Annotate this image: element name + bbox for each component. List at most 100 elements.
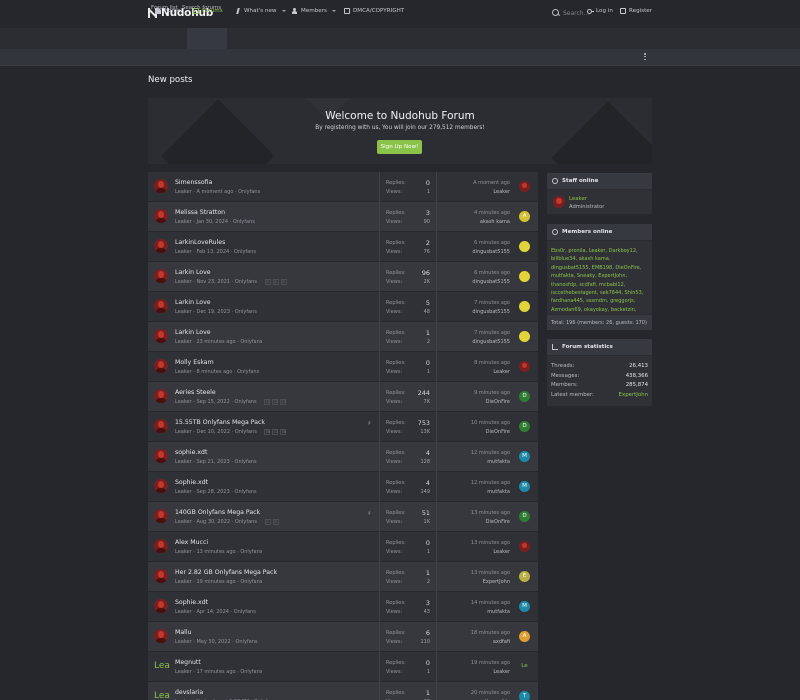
- thread-title[interactable]: Megnutt: [175, 659, 201, 666]
- thread-row[interactable]: sophie.xdt Leaker · Sep 21, 2023 · Onlyf…: [148, 442, 538, 472]
- avatar[interactable]: [154, 449, 168, 463]
- thread-author[interactable]: Leaker: [175, 579, 192, 585]
- last-post-time[interactable]: 9 minutes ago: [440, 390, 510, 396]
- page-link[interactable]: 3: [272, 519, 279, 525]
- search-input[interactable]: Search...: [563, 10, 589, 17]
- last-post-user[interactable]: Leaker: [440, 549, 510, 555]
- thread-title[interactable]: Sophie.xdt: [175, 599, 208, 606]
- avatar[interactable]: [154, 599, 168, 613]
- last-post-user[interactable]: dingusbat5155: [440, 309, 510, 315]
- last-post-time[interactable]: 7 minutes ago: [440, 300, 510, 306]
- thread-date[interactable]: 8 minutes ago: [196, 369, 232, 375]
- last-post-time[interactable]: 13 minutes ago: [440, 570, 510, 576]
- thread-date[interactable]: 17 minutes ago: [196, 669, 235, 675]
- thread-row[interactable]: Sophie.xdt Leaker · Sep 28, 2023 · Onlyf…: [148, 472, 538, 502]
- thread-row[interactable]: Lea Megnutt Leaker · 17 minutes ago · On…: [148, 652, 538, 682]
- thread-date[interactable]: Sep 15, 2022: [196, 399, 229, 405]
- page-link[interactable]: 13: [280, 399, 287, 405]
- subnav-search-forums[interactable]: Search forums: [182, 0, 221, 17]
- thread-title[interactable]: Molly Eskam: [175, 359, 214, 366]
- chevron-down-icon[interactable]: [281, 9, 286, 12]
- last-post-user[interactable]: DieOnFire: [440, 399, 510, 405]
- thread-author[interactable]: Leaker: [175, 399, 192, 405]
- thread-author[interactable]: Leaker: [175, 549, 192, 555]
- last-poster-avatar[interactable]: D: [519, 421, 530, 432]
- last-poster-avatar[interactable]: [519, 541, 530, 552]
- page-link[interactable]: 12: [272, 399, 279, 405]
- avatar[interactable]: [154, 269, 168, 283]
- thread-forum[interactable]: Onlyfans: [240, 549, 262, 555]
- thread-title[interactable]: Alex Mucci: [175, 539, 208, 546]
- last-poster-avatar[interactable]: [519, 241, 530, 252]
- last-poster-avatar[interactable]: Le: [519, 661, 530, 672]
- thread-forum[interactable]: Onlyfans: [235, 639, 257, 645]
- thread-title[interactable]: devslaria: [175, 689, 203, 696]
- page-link[interactable]: 5: [280, 279, 287, 285]
- last-post-user[interactable]: dingusbat5155: [440, 279, 510, 285]
- avatar[interactable]: [154, 629, 168, 643]
- last-post-user[interactable]: dingusbat5155: [440, 249, 510, 255]
- avatar[interactable]: [154, 239, 168, 253]
- thread-forum[interactable]: Onlyfans: [235, 309, 257, 315]
- subnav-forum-list[interactable]: Forum list: [151, 0, 178, 17]
- avatar[interactable]: [154, 539, 168, 553]
- thread-forum[interactable]: Onlyfans: [237, 369, 259, 375]
- thread-date[interactable]: Dec 19, 2023: [196, 309, 230, 315]
- thread-forum[interactable]: Onlyfans: [235, 489, 257, 495]
- last-post-user[interactable]: axdfafi: [440, 639, 510, 645]
- thread-row[interactable]: Aeries Steele Leaker · Sep 15, 2022 · On…: [148, 382, 538, 412]
- last-post-user[interactable]: dingusbat5155: [440, 339, 510, 345]
- thread-date[interactable]: Apr 14, 2024: [196, 609, 229, 615]
- page-link[interactable]: 36: [264, 429, 271, 435]
- thread-forum[interactable]: Onlyfans: [235, 519, 257, 525]
- avatar[interactable]: Lea: [154, 689, 170, 700]
- thread-title[interactable]: 15.55TB Onlyfans Mega Pack: [175, 419, 265, 426]
- thread-row[interactable]: Larkin Love Leaker · Dec 19, 2023 · Only…: [148, 292, 538, 322]
- nav-dmca[interactable]: DMCA/COPYRIGHT: [344, 0, 404, 21]
- avatar[interactable]: [154, 569, 168, 583]
- avatar[interactable]: Lea: [154, 659, 170, 673]
- last-poster-avatar[interactable]: M: [519, 451, 530, 462]
- thread-title[interactable]: LarkinLoveRules: [175, 239, 225, 246]
- last-post-time[interactable]: 14 minutes ago: [440, 600, 510, 606]
- last-poster-avatar[interactable]: [519, 331, 530, 342]
- last-post-time[interactable]: 20 minutes ago: [440, 690, 510, 696]
- thread-forum[interactable]: Onlyfans: [235, 459, 257, 465]
- last-post-user[interactable]: DieOnFire: [440, 429, 510, 435]
- thread-forum[interactable]: Onlyfans: [235, 429, 257, 435]
- thread-author[interactable]: Leaker: [175, 609, 192, 615]
- thread-row[interactable]: Larkin Love Leaker · 23 minutes ago · On…: [148, 322, 538, 352]
- avatar[interactable]: [154, 389, 168, 403]
- thread-row[interactable]: Melissa Stratton Leaker · Jan 30, 2024 ·…: [148, 202, 538, 232]
- last-post-time[interactable]: 4 minutes ago: [440, 210, 510, 216]
- thread-date[interactable]: Sep 28, 2023: [196, 489, 229, 495]
- login-link[interactable]: Log in: [587, 0, 613, 21]
- stat-value[interactable]: ExpertJohn: [619, 392, 648, 398]
- last-post-time[interactable]: 6 minutes ago: [440, 270, 510, 276]
- nav-members[interactable]: Members: [292, 0, 336, 21]
- last-poster-avatar[interactable]: T: [519, 691, 530, 700]
- thread-forum[interactable]: Onlyfans: [240, 669, 262, 675]
- last-poster-avatar[interactable]: [519, 181, 530, 192]
- thread-forum[interactable]: Onlyfans: [240, 579, 262, 585]
- thread-author[interactable]: Leaker: [175, 249, 192, 255]
- last-post-time[interactable]: 12 minutes ago: [440, 450, 510, 456]
- last-poster-avatar[interactable]: M: [519, 601, 530, 612]
- thread-row[interactable]: Sophie.xdt Leaker · Apr 14, 2024 · Onlyf…: [148, 592, 538, 622]
- thread-author[interactable]: Leaker: [175, 279, 192, 285]
- thread-title[interactable]: sophie.xdt: [175, 449, 207, 456]
- thread-date[interactable]: Jan 30, 2024: [196, 219, 228, 225]
- last-poster-avatar[interactable]: A: [519, 631, 530, 642]
- avatar[interactable]: [154, 419, 168, 433]
- avatar[interactable]: [154, 329, 168, 343]
- last-post-time[interactable]: 12 minutes ago: [440, 480, 510, 486]
- last-post-user[interactable]: mutfakta: [440, 609, 510, 615]
- thread-row[interactable]: Alex Mucci Leaker · 13 minutes ago · Onl…: [148, 532, 538, 562]
- thread-date[interactable]: Feb 13, 2024: [196, 249, 229, 255]
- last-post-user[interactable]: Leaker: [440, 369, 510, 375]
- last-post-time[interactable]: 7 minutes ago: [440, 330, 510, 336]
- thread-title[interactable]: Larkin Love: [175, 299, 211, 306]
- thread-forum[interactable]: Onlyfans: [238, 189, 260, 195]
- last-post-time[interactable]: 6 minutes ago: [440, 240, 510, 246]
- page-link[interactable]: 3: [264, 279, 271, 285]
